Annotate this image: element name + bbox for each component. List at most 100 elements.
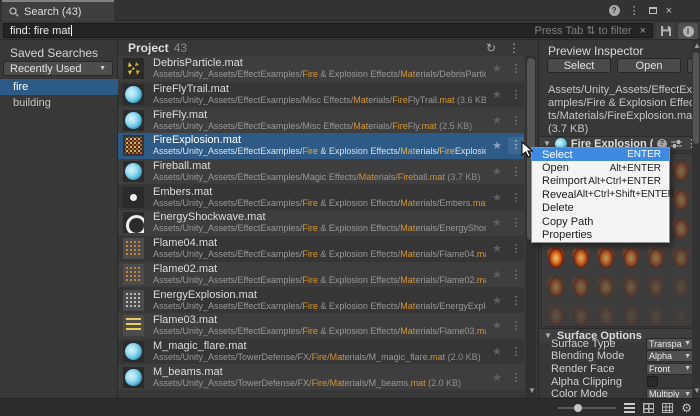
open-button[interactable]: Open [617,58,681,73]
header-more-icon[interactable]: ⋮ [508,41,520,55]
material-thumbnail [123,58,144,80]
row-more-icon[interactable]: ⋮ [508,319,524,332]
favorite-star-icon[interactable]: ★ [486,216,508,229]
menu-item-reveal[interactable]: Reveal Alt+Ctrl+Shift+ENTER [532,188,675,201]
favorite-star-icon[interactable]: ★ [486,165,508,178]
field-dropdown[interactable]: Alpha ▼ [646,350,694,363]
maximize-icon[interactable] [648,7,657,14]
saved-search-item-building[interactable]: building [0,95,118,111]
result-row[interactable]: Flame04.mat Assets/Unity_Assets/EffectExa… [118,235,524,262]
flame-sprite [570,301,592,326]
row-more-icon[interactable]: ⋮ [508,62,524,75]
menu-item-copy-path[interactable]: Copy Path [532,215,669,228]
saved-search-item-fire[interactable]: fire [0,79,118,95]
help-icon[interactable]: ? [608,5,620,16]
result-row[interactable]: Fireball.mat Assets/Unity_Assets/EffectEx… [118,158,524,185]
settings-gear-icon[interactable]: ⚙ [681,402,692,414]
select-button[interactable]: Select [547,58,611,73]
list-view-icon[interactable] [624,402,636,413]
result-path: Assets/Unity_Assets/EffectExamples/Fire … [153,223,486,234]
menu-item-select[interactable]: Select ENTER [532,148,669,162]
row-more-icon[interactable]: ⋮ [508,371,524,384]
menu-item-label: Reveal [542,188,577,201]
favorite-star-icon[interactable]: ★ [486,139,508,152]
row-more-icon[interactable]: ⋮ [508,165,524,178]
result-name: M_magic_flare.mat [153,339,247,352]
row-more-icon[interactable]: ⋮ [508,191,524,204]
result-path: Assets/Unity_Assets/TowerDefense/FX/Fire… [153,351,481,362]
tab-search[interactable]: Search (43) [2,0,114,21]
inspector-toggle-button[interactable]: i [678,23,698,39]
result-row[interactable]: FireFly.mat Assets/Unity_Assets/EffectExa… [118,107,524,134]
row-more-icon[interactable]: ⋮ [508,88,524,101]
chevron-down-icon: ▼ [684,352,691,360]
row-more-icon[interactable]: ⋮ [508,345,524,358]
slider-knob[interactable] [574,403,583,412]
menu-item-delete[interactable]: Delete [532,202,669,215]
favorite-star-icon[interactable]: ★ [486,294,508,307]
favorite-star-icon[interactable]: ★ [486,191,508,204]
result-row[interactable]: FireExplosion.mat Assets/Unity_Assets/Eff… [118,133,524,159]
save-search-button[interactable] [656,23,675,39]
menu-item-properties[interactable]: Properties [532,228,669,241]
result-row[interactable]: Embers.mat Assets/Unity_Assets/EffectExam… [118,184,524,211]
result-path: Assets/Unity_Assets/EffectExamples/Fire … [153,274,486,285]
table-view-icon[interactable] [662,402,674,413]
refresh-icon[interactable]: ↻ [486,41,496,55]
preset-icon[interactable] [671,139,682,149]
scroll-up-icon[interactable]: ▲ [693,41,700,50]
favorite-star-icon[interactable]: ★ [486,268,508,281]
favorite-star-icon[interactable]: ★ [486,88,508,101]
scroll-down-icon[interactable]: ▼ [693,386,700,395]
result-path: Assets/Unity_Assets/EffectExamples/Misc … [153,95,486,106]
window-menu-icon[interactable]: ⋮ [629,4,640,17]
dropdown-value: Transpa [649,338,682,349]
row-more-icon[interactable]: ⋮ [508,216,524,229]
material-thumbnail [123,340,144,362]
search-bar: find: fire mat Press Tab ⇅ to filter × i [0,21,700,40]
results-panel: Project 43 ↻ ⋮ DebrisParticle.mat Assets/… [118,40,538,398]
result-row[interactable]: Flame02.mat Assets/Unity_Assets/EffectExa… [118,261,524,288]
result-name: EnergyExplosion.mat [153,288,257,301]
result-row[interactable]: EnergyExplosion.mat Assets/Unity_Assets/E… [118,287,524,313]
row-more-icon[interactable]: ⋮ [508,114,524,127]
favorite-star-icon[interactable]: ★ [486,319,508,332]
saved-searches-dropdown[interactable]: Recently Used ▼ [3,61,113,76]
favorite-star-icon[interactable]: ★ [486,345,508,358]
scrollbar-thumb[interactable] [693,52,699,144]
thumbnail-size-slider[interactable] [558,403,617,412]
close-icon[interactable]: × [666,5,672,17]
clear-search-icon[interactable]: × [640,25,646,37]
result-row[interactable]: M_beams.mat Assets/Unity_Assets/TowerDefe… [118,364,524,390]
field-checkbox[interactable] [647,376,658,388]
favorite-star-icon[interactable]: ★ [486,371,508,384]
result-row[interactable]: DebrisParticle.mat Assets/Unity_Assets/Ef… [118,56,524,82]
field-render-face: Render Face Front ▼ [551,362,698,375]
grid-view-icon[interactable] [643,402,655,413]
menu-item-reimport[interactable]: Reimport Alt+Ctrl+ENTER [532,175,669,188]
row-more-icon[interactable]: ⋮ [508,268,524,281]
result-row[interactable]: FireFlyTrail.mat Assets/Unity_Assets/Effe… [118,81,524,108]
menu-item-open[interactable]: Open Alt+ENTER [532,161,669,174]
flame-sprite [595,301,617,326]
favorite-star-icon[interactable]: ★ [486,62,508,75]
favorite-star-icon[interactable]: ★ [486,114,508,127]
result-row[interactable]: EnergyShockwave.mat Assets/Unity_Assets/E… [118,210,524,236]
menu-item-label: Select [542,148,573,161]
chevron-down-icon: ▼ [684,390,691,398]
search-input[interactable]: find: fire mat Press Tab ⇅ to filter × [3,23,653,38]
menu-item-shortcut: Alt+Ctrl+ENTER [588,175,661,187]
row-more-icon[interactable]: ⋮ [508,242,524,255]
favorite-star-icon[interactable]: ★ [486,242,508,255]
inspector-scrollbar[interactable]: ▲ ▼ [692,40,700,398]
row-more-icon[interactable]: ⋮ [508,294,524,307]
result-row[interactable]: Flame03.mat Assets/Unity_Assets/EffectExa… [118,312,524,339]
material-thumbnail [123,84,144,106]
field-dropdown[interactable]: Front ▼ [646,362,694,375]
field-dropdown[interactable]: Transpa ▼ [646,337,694,350]
material-thumbnail [123,186,144,208]
flame-sprite [620,243,642,268]
scroll-down-icon[interactable]: ▼ [528,386,536,395]
flame-sprite [570,243,592,268]
result-row[interactable]: M_magic_flare.mat Assets/Unity_Assets/Tow… [118,338,524,365]
